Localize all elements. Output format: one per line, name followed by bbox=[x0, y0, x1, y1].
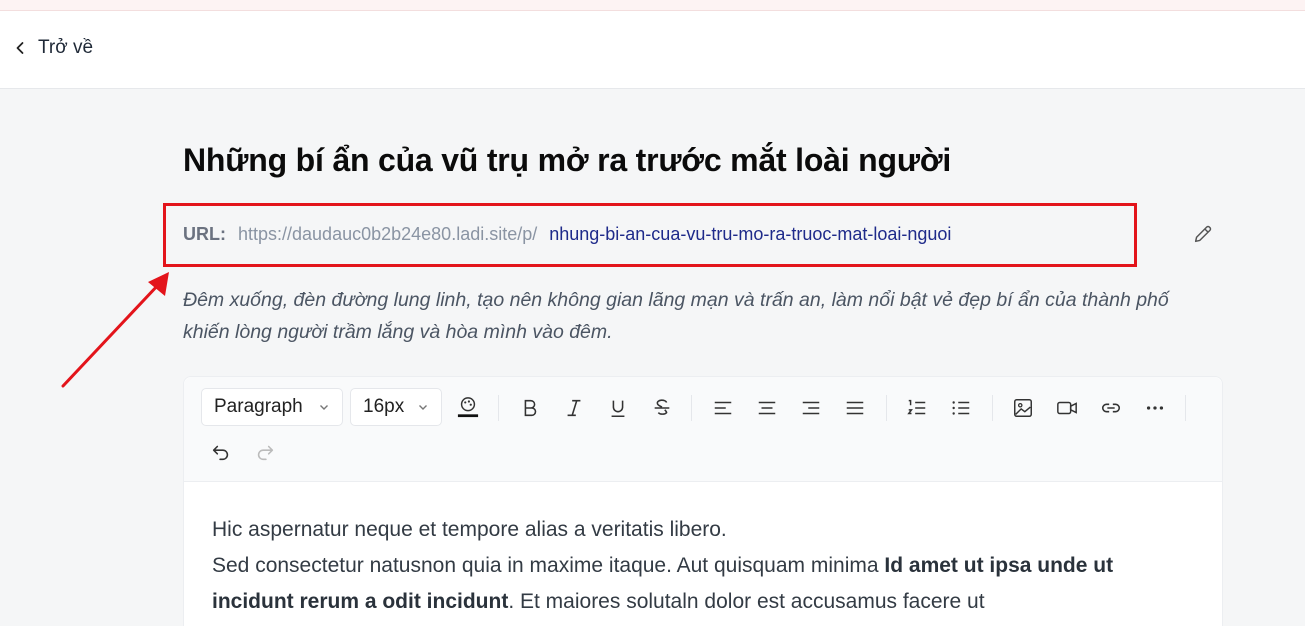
align-justify-icon bbox=[846, 401, 864, 415]
align-left-icon bbox=[714, 401, 732, 415]
font-size-value: 16px bbox=[363, 396, 405, 417]
undo-icon bbox=[212, 445, 229, 461]
italic-icon bbox=[567, 399, 581, 417]
notification-strip bbox=[0, 0, 1305, 11]
url-base: https://daudauc0b2b24e80.ladi.site/p/ bbox=[238, 224, 538, 244]
align-left-button[interactable] bbox=[710, 395, 736, 421]
ordered-list-icon bbox=[907, 399, 926, 415]
url-row: URL: https://daudauc0b2b24e80.ladi.site/… bbox=[183, 224, 951, 245]
align-right-icon bbox=[802, 401, 820, 415]
content-paragraph: Sed consectetur natusnon quia in maxime … bbox=[212, 548, 1197, 620]
toolbar-separator bbox=[992, 395, 993, 421]
editor-toolbar: Paragraph 16px bbox=[184, 377, 1222, 482]
insert-image-button[interactable] bbox=[1010, 395, 1036, 421]
align-center-icon bbox=[758, 401, 776, 415]
redo-button[interactable] bbox=[252, 439, 278, 465]
page-description[interactable]: Đêm xuống, đèn đường lung linh, tạo nên … bbox=[183, 284, 1203, 348]
chevron-down-icon bbox=[320, 405, 328, 410]
content-text: . Et maiores solutaln dolor est accusamu… bbox=[508, 590, 985, 613]
back-button[interactable]: Trở về bbox=[12, 37, 93, 59]
pencil-icon[interactable] bbox=[1192, 223, 1214, 245]
url-slug[interactable]: nhung-bi-an-cua-vu-tru-mo-ra-truoc-mat-l… bbox=[549, 224, 951, 245]
more-options-button[interactable] bbox=[1142, 395, 1168, 421]
italic-button[interactable] bbox=[561, 395, 587, 421]
align-right-button[interactable] bbox=[798, 395, 824, 421]
content-line: Hic aspernatur neque et tempore alias a … bbox=[212, 518, 727, 541]
toolbar-separator bbox=[1185, 395, 1186, 421]
rich-text-editor: Paragraph 16px Hic aspernatur neque et t… bbox=[183, 376, 1223, 626]
url-label: URL: bbox=[183, 224, 226, 244]
link-icon bbox=[1101, 403, 1121, 413]
chevron-left-icon bbox=[16, 42, 24, 54]
bold-button[interactable] bbox=[517, 395, 543, 421]
editor-content[interactable]: Hic aspernatur neque et tempore alias a … bbox=[212, 512, 1197, 620]
toolbar-separator bbox=[691, 395, 692, 421]
align-justify-button[interactable] bbox=[842, 395, 868, 421]
back-label: Trở về bbox=[38, 37, 94, 58]
annotation-arrow bbox=[61, 272, 169, 388]
align-center-button[interactable] bbox=[754, 395, 780, 421]
font-size-select[interactable]: 16px bbox=[350, 388, 442, 426]
palette-icon bbox=[457, 397, 479, 418]
bold-icon bbox=[524, 399, 537, 417]
more-horizontal-icon bbox=[1146, 406, 1164, 410]
chevron-down-icon bbox=[419, 405, 427, 410]
content-text: Sed consectetur natusnon quia in maxime … bbox=[212, 554, 885, 577]
insert-video-button[interactable] bbox=[1054, 395, 1080, 421]
block-format-value: Paragraph bbox=[214, 396, 303, 417]
bullet-list-button[interactable] bbox=[948, 395, 974, 421]
toolbar-separator bbox=[886, 395, 887, 421]
bullet-list-icon bbox=[952, 401, 970, 415]
insert-link-button[interactable] bbox=[1098, 395, 1124, 421]
underline-icon bbox=[611, 400, 625, 418]
strikethrough-button[interactable] bbox=[649, 395, 675, 421]
block-format-select[interactable]: Paragraph bbox=[201, 388, 343, 426]
page-header: Trở về bbox=[0, 11, 1305, 89]
image-icon bbox=[1014, 399, 1032, 417]
toolbar-separator bbox=[498, 395, 499, 421]
page-title[interactable]: Những bí ẩn của vũ trụ mở ra trước mắt l… bbox=[183, 142, 951, 179]
ordered-list-button[interactable] bbox=[904, 395, 930, 421]
strikethrough-icon bbox=[654, 399, 670, 415]
undo-button[interactable] bbox=[208, 439, 234, 465]
underline-button[interactable] bbox=[605, 395, 631, 421]
video-icon bbox=[1057, 401, 1077, 415]
text-color-button[interactable] bbox=[455, 394, 481, 420]
redo-icon bbox=[257, 445, 274, 461]
